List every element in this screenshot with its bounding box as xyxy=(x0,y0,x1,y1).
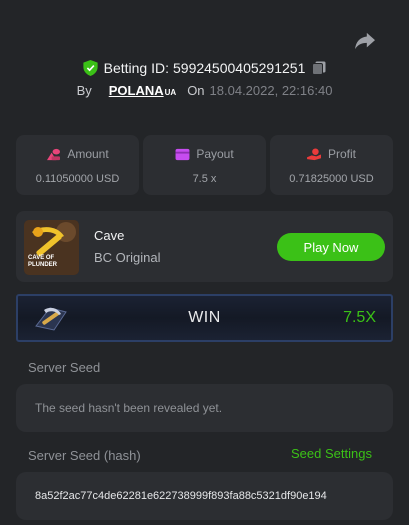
on-label: On xyxy=(187,83,205,98)
server-seed-hash-value: 8a52f2ac77c4de62281e622738999f893fa88c53… xyxy=(35,490,327,502)
bet-datetime: 18.04.2022, 22:16:40 xyxy=(209,83,333,98)
payout-value: 7.5 x xyxy=(192,173,217,185)
bet-stats: Amount 0.11050000 USD Payout 7.5 x Profi… xyxy=(16,135,393,195)
hand-coin-icon xyxy=(307,147,321,160)
result-text: WIN xyxy=(188,309,221,326)
stat-amount: Amount 0.11050000 USD xyxy=(16,135,139,195)
bet-details-panel: Betting ID: 59924500405291251 By POLANA … xyxy=(0,0,409,525)
betting-id-label: Betting ID: xyxy=(103,60,169,76)
username-link[interactable]: POLANA xyxy=(109,83,164,98)
profit-value: 0.71825000 USD xyxy=(289,173,374,185)
game-provider: BC Original xyxy=(94,250,161,265)
amount-value: 0.11050000 USD xyxy=(35,173,120,185)
bet-author-row: By POLANA UA On 18.04.2022, 22:16:40 xyxy=(0,83,409,98)
server-seed-box: The seed hasn't been revealed yet. xyxy=(16,384,393,432)
copy-icon[interactable] xyxy=(312,61,326,75)
stat-payout: Payout 7.5 x xyxy=(143,135,266,195)
profit-label: Profit xyxy=(327,147,356,161)
username-suffix: UA xyxy=(164,88,177,97)
betting-id-value: 59924500405291251 xyxy=(173,60,306,76)
server-seed-hash-box[interactable]: 8a52f2ac77c4de62281e622738999f893fa88c53… xyxy=(16,472,393,520)
seed-settings-link[interactable]: Seed Settings xyxy=(291,446,372,461)
verified-shield-icon xyxy=(83,60,98,76)
payout-label: Payout xyxy=(196,147,234,161)
share-icon[interactable] xyxy=(354,31,376,51)
game-name: Cave xyxy=(94,228,125,243)
by-label: By xyxy=(76,83,92,98)
amount-label: Amount xyxy=(67,147,109,161)
server-seed-value: The seed hasn't been revealed yet. xyxy=(35,401,223,415)
wallet-icon xyxy=(175,148,190,160)
game-thumbnail-caption: CAVE OF PLUNDER xyxy=(28,255,58,268)
result-multiplier: 7.5X xyxy=(343,309,376,326)
server-seed-hash-label: Server Seed (hash) xyxy=(28,448,141,463)
game-card: CAVE OF PLUNDER Cave BC Original Play No… xyxy=(16,211,393,282)
bet-title-row: Betting ID: 59924500405291251 xyxy=(0,60,409,76)
game-thumbnail[interactable]: CAVE OF PLUNDER xyxy=(24,220,79,275)
play-now-button[interactable]: Play Now xyxy=(277,233,385,261)
coins-icon xyxy=(47,148,61,160)
server-seed-label: Server Seed xyxy=(28,360,101,375)
result-banner: WIN 7.5X xyxy=(16,294,393,342)
stat-profit: Profit 0.71825000 USD xyxy=(270,135,393,195)
